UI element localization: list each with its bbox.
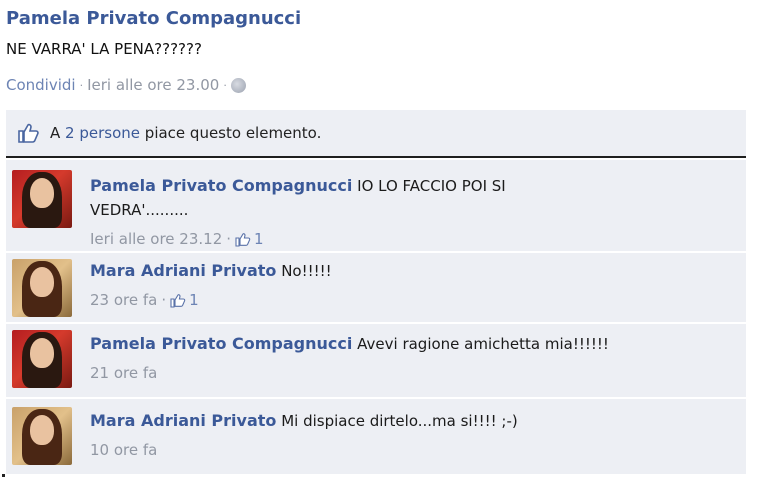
avatar[interactable] [12, 407, 72, 465]
thumbs-up-icon [16, 122, 40, 144]
thumbs-up-icon [170, 293, 186, 308]
thumbs-up-icon [235, 232, 251, 247]
comment-author-link[interactable]: Mara Adriani Privato [90, 411, 276, 430]
comment-timestamp[interactable]: 10 ore fa [90, 441, 157, 459]
comment-item: Pamela Privato Compagnucci Avevi ragione… [6, 324, 746, 398]
comment-timestamp[interactable]: 21 ore fa [90, 364, 157, 382]
comment-item: Mara Adriani Privato No!!!!! 23 ore fa ·… [6, 253, 746, 323]
comment-likes[interactable]: 1 [170, 291, 199, 309]
comment-text: IO LO FACCIO POI SI [357, 177, 506, 195]
likes-bar: A 2 persone piace questo elemento. [6, 110, 746, 158]
comment-like-count: 1 [254, 230, 264, 248]
meta-separator: · [161, 291, 167, 309]
comment-text: Avevi ragione amichetta mia!!!!!! [357, 335, 609, 353]
comment-meta: 21 ore fa [90, 364, 157, 382]
comment-timestamp[interactable]: Ieri alle ore 23.12 [90, 230, 222, 248]
likes-count-link[interactable]: 2 persone [65, 124, 140, 142]
comment-body: Mara Adriani Privato Mi dispiace dirtelo… [90, 409, 706, 433]
meta-separator: · [223, 78, 227, 92]
comment-body: Pamela Privato Compagnucci IO LO FACCIO … [90, 174, 706, 222]
comment-likes[interactable]: 1 [235, 230, 264, 248]
likes-prefix: A [50, 124, 61, 142]
meta-separator: · [79, 78, 84, 92]
post-timestamp[interactable]: Ieri alle ore 23.00 [87, 76, 219, 94]
post-meta: Condividi · Ieri alle ore 23.00 · [6, 76, 246, 94]
comment-body: Pamela Privato Compagnucci Avevi ragione… [90, 332, 706, 356]
comment-like-count: 1 [189, 291, 199, 309]
likes-suffix: piace questo elemento. [144, 124, 322, 142]
comment-text: Mi dispiace dirtelo...ma si!!!! ;-) [281, 412, 518, 430]
avatar[interactable] [12, 170, 72, 228]
divider [2, 474, 5, 477]
comment-author-link[interactable]: Mara Adriani Privato [90, 261, 276, 280]
comment-author-link[interactable]: Pamela Privato Compagnucci [90, 176, 352, 195]
comment-text: VEDRA'......... [90, 201, 189, 219]
share-link[interactable]: Condividi [6, 76, 76, 94]
comment-body: Mara Adriani Privato No!!!!! [90, 259, 706, 283]
meta-separator: · [226, 230, 232, 248]
avatar[interactable] [12, 330, 72, 388]
globe-icon[interactable] [230, 77, 246, 93]
comment-meta: 23 ore fa · 1 [90, 291, 199, 309]
post-message: NE VARRA' LA PENA?????? [6, 40, 202, 58]
comment-item: Pamela Privato Compagnucci IO LO FACCIO … [6, 160, 746, 252]
comment-text: No!!!!! [281, 262, 332, 280]
comment-timestamp[interactable]: 23 ore fa [90, 291, 157, 309]
comment-item: Mara Adriani Privato Mi dispiace dirtelo… [6, 399, 746, 475]
avatar[interactable] [12, 259, 72, 317]
comment-author-link[interactable]: Pamela Privato Compagnucci [90, 334, 352, 353]
comment-meta: Ieri alle ore 23.12 · 1 [90, 230, 264, 248]
comment-meta: 10 ore fa [90, 441, 157, 459]
post-author-link[interactable]: Pamela Privato Compagnucci [6, 8, 301, 29]
